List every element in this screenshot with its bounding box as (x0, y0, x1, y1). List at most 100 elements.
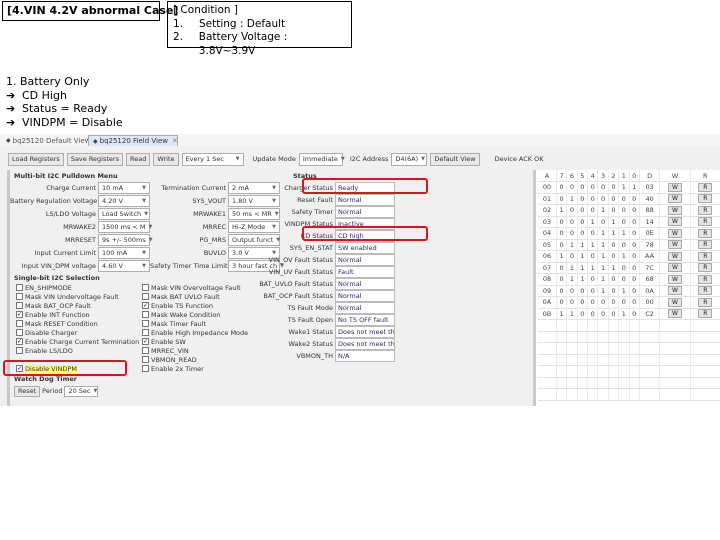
register-bit[interactable]: 0 (629, 308, 640, 320)
checkbox-box[interactable] (16, 284, 23, 291)
register-bit[interactable]: 0 (587, 296, 599, 309)
register-bit[interactable]: 0 (587, 193, 599, 205)
register-bit[interactable]: 0 (629, 285, 640, 297)
register-bit[interactable]: 1 (566, 308, 578, 320)
register-bit[interactable]: 1 (577, 273, 589, 286)
register-bit[interactable]: 0 (587, 204, 599, 217)
write-register-button[interactable]: W (667, 182, 682, 192)
checkbox-enable-2x-timer[interactable]: Enable 2x Timer (142, 364, 204, 373)
register-bit[interactable]: 0 (566, 250, 578, 263)
checkbox-enable-termination[interactable]: ✓ Enable Charge Current Termination (16, 337, 139, 346)
read-register-button[interactable]: R (698, 286, 713, 296)
register-bit[interactable]: 0 (577, 296, 589, 309)
read-register-button[interactable]: R (698, 228, 713, 238)
register-bit[interactable]: 1 (597, 204, 609, 217)
register-bit[interactable]: 0 (577, 227, 589, 240)
input-current-limit-select[interactable]: 100 mA ▼ (98, 247, 150, 259)
read-register-button[interactable]: R (698, 251, 713, 261)
checkbox-en-shipmode[interactable]: EN_SHIPMODE (16, 283, 72, 292)
checkmark-icon[interactable]: ✓ (16, 338, 23, 345)
register-bit[interactable]: 1 (597, 250, 609, 263)
checkmark-icon[interactable]: ✓ (142, 302, 149, 309)
register-bit[interactable]: 1 (577, 250, 589, 263)
register-bit[interactable]: 0 (618, 296, 630, 309)
register-bit[interactable]: 0 (587, 250, 599, 263)
register-bit[interactable]: 1 (587, 262, 599, 274)
checkbox-box[interactable] (142, 365, 149, 372)
register-bit[interactable]: 0 (629, 262, 640, 274)
register-bit[interactable]: 1 (597, 262, 609, 274)
register-bit[interactable]: 0 (587, 227, 599, 240)
checkbox-box[interactable] (142, 320, 149, 327)
battery-regulation-select[interactable]: 4.20 V ▼ (98, 195, 150, 207)
register-bit[interactable]: 0 (577, 285, 589, 297)
register-bit[interactable]: 0 (629, 204, 640, 217)
register-bit[interactable]: 0 (566, 296, 578, 309)
register-bit[interactable]: 0 (629, 216, 640, 228)
period-select[interactable]: 20 Sec ▼ (64, 385, 99, 397)
register-bit[interactable]: 0 (618, 216, 630, 228)
register-bit[interactable]: 1 (597, 273, 609, 286)
checkbox-mask-timer[interactable]: Mask Timer Fault (142, 319, 206, 328)
read-register-button[interactable]: R (698, 182, 713, 192)
write-register-button[interactable]: W (667, 286, 682, 296)
checkmark-icon[interactable]: ✓ (142, 338, 149, 345)
register-bit[interactable]: 0 (577, 181, 589, 194)
register-bit[interactable]: 1 (618, 227, 630, 240)
register-bit[interactable]: 0 (629, 250, 640, 263)
write-register-button[interactable]: W (667, 240, 682, 250)
write-register-button[interactable]: W (667, 263, 682, 273)
register-bit[interactable]: 0 (577, 193, 589, 205)
register-bit[interactable]: 1 (608, 262, 620, 274)
checkbox-mask-bat-uvlo[interactable]: Mask BAT UVLO Fault (142, 292, 220, 301)
register-bit[interactable]: 0 (566, 285, 578, 297)
write-register-button[interactable]: W (667, 217, 682, 227)
register-bit[interactable]: 0 (566, 227, 578, 240)
tab-default-view[interactable]: ◆ bq25120 Default View (2, 135, 90, 146)
checkbox-box[interactable] (142, 293, 149, 300)
register-bit[interactable]: 0 (597, 193, 609, 205)
register-bit[interactable]: 1 (618, 250, 630, 263)
register-bit[interactable]: 1 (566, 262, 578, 274)
checkbox-box[interactable] (16, 302, 23, 309)
checkbox-box[interactable] (16, 293, 23, 300)
checkbox-box[interactable] (16, 347, 23, 354)
register-bit[interactable]: 1 (577, 262, 589, 274)
register-bit[interactable]: 0 (577, 308, 589, 320)
register-bit[interactable]: 0 (618, 204, 630, 217)
register-bit[interactable]: 1 (608, 227, 620, 240)
register-bit[interactable]: 0 (629, 296, 640, 309)
checkbox-mask-reset[interactable]: Mask RESET Condition (16, 319, 98, 328)
mrreset-select[interactable]: 9s +/- 500ms ▼ (98, 234, 153, 246)
lsldo-voltage-select[interactable]: Load Switch ▼ (98, 208, 150, 220)
register-bit[interactable]: 0 (556, 193, 568, 205)
write-register-button[interactable]: W (667, 297, 682, 307)
register-bit[interactable]: 1 (597, 285, 609, 297)
register-bit[interactable]: 0 (608, 239, 620, 251)
register-bit[interactable]: 1 (566, 193, 578, 205)
default-view-button[interactable]: Default View (430, 152, 480, 166)
checkbox-box[interactable] (142, 329, 149, 336)
checkbox-box[interactable] (142, 356, 149, 363)
checkbox-mask-vin-uv[interactable]: Mask VIN Undervoltage Fault (16, 292, 119, 301)
write-register-button[interactable]: W (667, 309, 682, 319)
write-register-button[interactable]: W (667, 251, 682, 261)
checkbox-vbmon-read[interactable]: VBMON_READ (142, 355, 197, 364)
register-bit[interactable]: 0 (556, 239, 568, 251)
register-bit[interactable]: 0 (566, 216, 578, 228)
checkbox-box[interactable] (142, 284, 149, 291)
register-bit[interactable]: 1 (597, 239, 609, 251)
checkbox-enable-ts[interactable]: ✓ Enable TS Function (142, 301, 213, 310)
register-bit[interactable]: 1 (587, 216, 599, 228)
register-bit[interactable]: 0 (577, 216, 589, 228)
checkbox-enable-hiz[interactable]: Enable High Impedance Mode (142, 328, 248, 337)
write-button[interactable]: Write (153, 152, 179, 166)
checkbox-box[interactable] (16, 320, 23, 327)
read-button[interactable]: Read (125, 152, 151, 166)
i2c-address-select[interactable]: D4(6A) ▼ (391, 152, 428, 166)
watchdog-reset-button[interactable]: Reset (14, 385, 41, 397)
checkbox-enable-int[interactable]: ✓ Enable INT Function (16, 310, 90, 319)
checkbox-box[interactable] (16, 329, 23, 336)
mrwake2-select[interactable]: 1500 ms < M ▼ (98, 221, 152, 233)
register-bit[interactable]: 0 (597, 308, 609, 320)
